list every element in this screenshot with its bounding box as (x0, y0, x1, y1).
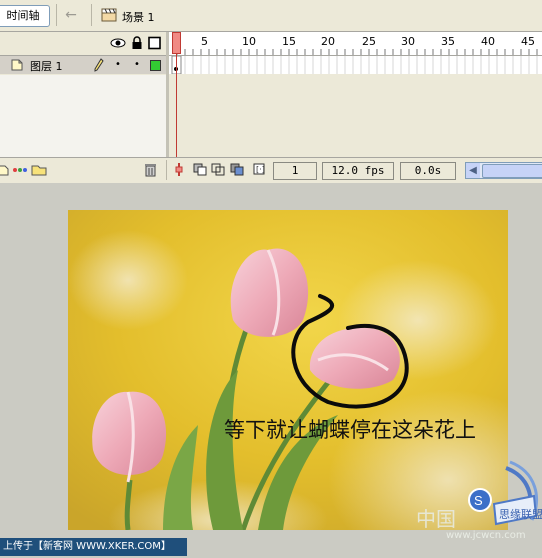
ruler-mark: 20 (321, 35, 335, 48)
status-separator (166, 160, 167, 180)
stage-caption: 等下就让蝴蝶停在这朵花上 (224, 418, 476, 442)
frame-rate-field[interactable]: 12.0 fps (322, 162, 394, 180)
scene-label[interactable]: 场景 1 (122, 9, 155, 25)
layer-list-empty-area (0, 75, 166, 157)
layer-page-icon (11, 59, 23, 71)
timeline-toggle-button[interactable]: 时间轴 (0, 5, 50, 27)
visibility-dot[interactable]: • (115, 59, 121, 70)
layer-row[interactable]: 图层 1 • • (0, 56, 166, 74)
frame-ruler[interactable]: 1 5 10 15 20 25 30 35 40 45 (169, 32, 542, 56)
ruler-mark: 35 (441, 35, 455, 48)
timeline-status-bar: [·] 1 12.0 fps 0.0s ◀ (0, 157, 542, 183)
onion-markers-icon[interactable]: [·] (252, 162, 266, 177)
toolbar-separator (56, 4, 57, 26)
trash-icon[interactable] (144, 162, 157, 177)
timeline-toolbar: 时间轴 ← 场景 1 (0, 0, 542, 32)
back-arrow-icon[interactable]: ← (62, 7, 80, 23)
frames-area: 1 5 10 15 20 25 30 35 40 45 (169, 32, 542, 157)
layer-name[interactable]: 图层 1 (30, 58, 63, 74)
upload-credit: 上传于【新客网 WWW.XKER.COM】 (0, 538, 187, 556)
svg-text:[·]: [·] (256, 165, 265, 174)
badge-text: 思缘联盟 (499, 508, 542, 521)
ruler-mark: 30 (401, 35, 415, 48)
edit-multiple-icon[interactable] (230, 162, 244, 177)
stage-image (68, 210, 508, 530)
layer-tools-icons[interactable] (0, 163, 48, 177)
site-badge-logo: S 思缘联盟 (468, 460, 542, 526)
layer-header (0, 32, 166, 56)
outline-icon[interactable] (148, 36, 161, 50)
playhead-line (176, 54, 177, 157)
scroll-left-icon[interactable]: ◀ (466, 163, 480, 178)
ruler-mark: 40 (481, 35, 495, 48)
center-frame-icon[interactable] (173, 162, 185, 177)
toolbar-separator (91, 4, 92, 26)
lock-icon[interactable] (131, 36, 143, 50)
pencil-icon (94, 58, 104, 72)
onion-outline-icon[interactable] (211, 162, 225, 177)
ruler-mark: 15 (282, 35, 296, 48)
frame-cells (171, 56, 538, 74)
current-frame-field[interactable]: 1 (273, 162, 317, 180)
watermark-chinese: 中国 (416, 507, 456, 531)
playhead[interactable] (172, 32, 181, 54)
timeline-scrollbar[interactable]: ◀ (465, 162, 542, 179)
onion-skin-icon[interactable] (193, 162, 207, 177)
scene-clapper-icon (101, 8, 117, 22)
eye-icon[interactable] (110, 36, 126, 50)
elapsed-time-field: 0.0s (400, 162, 456, 180)
timeline-panel: 图层 1 • • 5 10 15 20 25 30 35 40 45 [·] 1… (0, 32, 542, 183)
ruler-mark: 25 (362, 35, 376, 48)
layer-color-swatch[interactable] (150, 60, 161, 71)
lock-dot[interactable]: • (134, 59, 140, 70)
ruler-mark: 10 (242, 35, 256, 48)
ruler-mark: 45 (521, 35, 535, 48)
scroll-thumb[interactable] (482, 164, 542, 178)
ruler-mark: 5 (201, 35, 208, 48)
frames-row[interactable] (169, 56, 542, 74)
svg-text:S: S (474, 493, 483, 508)
